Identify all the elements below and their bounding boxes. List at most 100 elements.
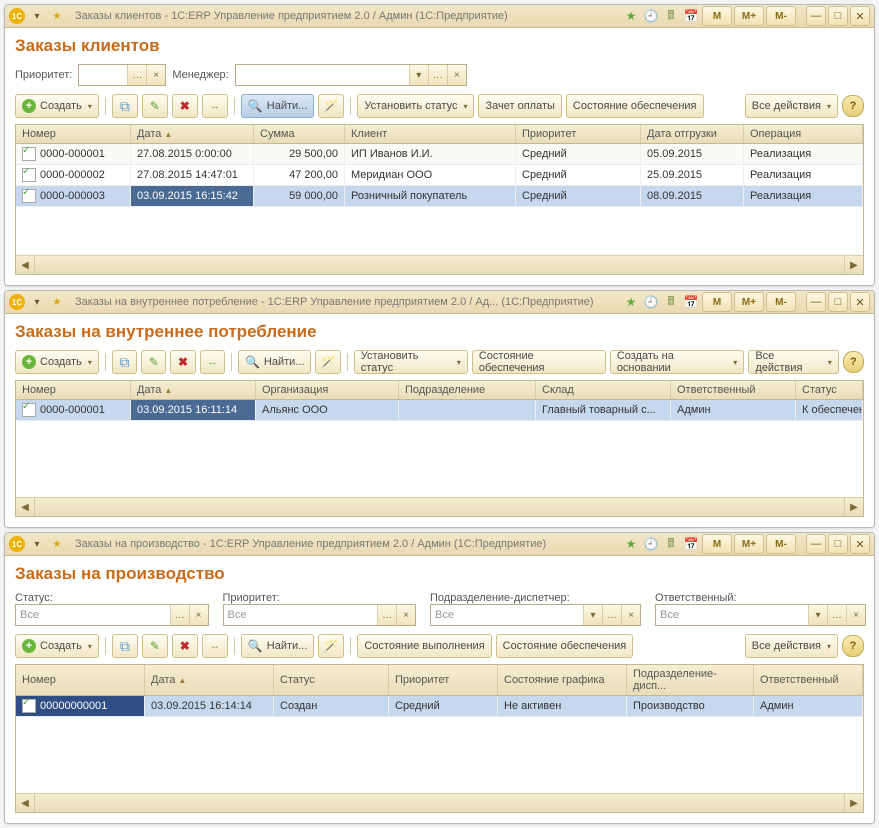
scroll-left-icon[interactable]: ◀ bbox=[16, 498, 35, 516]
manager-field[interactable]: ▾ … × bbox=[235, 64, 467, 86]
history-icon[interactable]: 🕘 bbox=[642, 535, 660, 553]
col-date[interactable]: Дата▲ bbox=[131, 125, 254, 143]
dropdown-icon[interactable]: ▾ bbox=[808, 605, 827, 625]
find-button[interactable]: 🔍Найти... bbox=[241, 634, 315, 658]
star-icon[interactable]: ★ bbox=[49, 536, 65, 552]
minimize-button[interactable]: — bbox=[806, 292, 826, 312]
exec-state-button[interactable]: Состояние выполнения bbox=[357, 634, 491, 658]
clear-icon[interactable]: × bbox=[146, 65, 165, 85]
priority-field[interactable]: … × bbox=[78, 64, 166, 86]
scrollbar[interactable]: ◀ ▶ bbox=[16, 497, 863, 516]
create-button[interactable]: +Создать▾ bbox=[15, 94, 99, 118]
copy-button[interactable]: ⧉ bbox=[112, 94, 138, 118]
calculator-icon[interactable]: 🖩 bbox=[662, 7, 680, 25]
col-status[interactable]: Статус bbox=[796, 381, 863, 399]
scroll-left-icon[interactable]: ◀ bbox=[16, 256, 35, 274]
responsible-input[interactable] bbox=[656, 605, 808, 625]
history-icon[interactable]: 🕘 bbox=[642, 7, 660, 25]
calendar-icon[interactable]: 📅 bbox=[682, 293, 700, 311]
m-button[interactable]: M bbox=[702, 6, 732, 26]
find-button[interactable]: 🔍Найти... bbox=[241, 94, 315, 118]
titlebar[interactable]: 1C ▾ ★ Заказы клиентов - 1С:ERP Управлен… bbox=[5, 5, 874, 28]
dispatcher-input[interactable] bbox=[431, 605, 583, 625]
col-date[interactable]: Дата▲ bbox=[131, 381, 256, 399]
m-minus-button[interactable]: M- bbox=[766, 534, 796, 554]
calendar-icon[interactable]: 📅 bbox=[682, 535, 700, 553]
all-actions-button[interactable]: Все действия▾ bbox=[748, 350, 838, 374]
titlebar[interactable]: 1C ▾ ★ Заказы на внутреннее потребление … bbox=[5, 291, 874, 314]
close-button[interactable]: ✕ bbox=[850, 534, 870, 554]
m-minus-button[interactable]: M- bbox=[766, 292, 796, 312]
scroll-right-icon[interactable]: ▶ bbox=[844, 498, 863, 516]
star-icon[interactable]: ★ bbox=[49, 294, 65, 310]
m-button[interactable]: M bbox=[702, 534, 732, 554]
col-priority[interactable]: Приоритет bbox=[389, 665, 498, 695]
clear-icon[interactable]: × bbox=[846, 605, 865, 625]
table-row[interactable]: 0000-000001 03.09.2015 16:11:14 Альянс О… bbox=[16, 400, 863, 421]
favorite-icon[interactable]: ★ bbox=[622, 535, 640, 553]
col-status[interactable]: Статус bbox=[274, 665, 389, 695]
col-warehouse[interactable]: Склад bbox=[536, 381, 671, 399]
select-icon[interactable]: … bbox=[127, 65, 146, 85]
col-schedule-state[interactable]: Состояние графика bbox=[498, 665, 627, 695]
scroll-left-icon[interactable]: ◀ bbox=[16, 794, 35, 812]
minimize-button[interactable]: — bbox=[806, 6, 826, 26]
edit-button[interactable]: ✎ bbox=[142, 634, 168, 658]
favorite-icon[interactable]: ★ bbox=[622, 7, 640, 25]
col-responsible[interactable]: Ответственный bbox=[671, 381, 796, 399]
calculator-icon[interactable]: 🖩 bbox=[662, 293, 680, 311]
m-plus-button[interactable]: M+ bbox=[734, 6, 764, 26]
dropdown-icon[interactable]: ▾ bbox=[409, 65, 428, 85]
credit-payment-button[interactable]: Зачет оплаты bbox=[478, 94, 561, 118]
supply-state-button[interactable]: Состояние обеспечения bbox=[566, 94, 704, 118]
titlebar[interactable]: 1C ▾ ★ Заказы на производство - 1С:ERP У… bbox=[5, 533, 874, 556]
all-actions-button[interactable]: Все действия▾ bbox=[745, 634, 838, 658]
maximize-button[interactable]: □ bbox=[828, 534, 848, 554]
clear-icon[interactable]: × bbox=[621, 605, 640, 625]
col-number[interactable]: Номер bbox=[16, 665, 145, 695]
select-icon[interactable]: … bbox=[170, 605, 189, 625]
m-plus-button[interactable]: M+ bbox=[734, 292, 764, 312]
m-plus-button[interactable]: M+ bbox=[734, 534, 764, 554]
m-button[interactable]: M bbox=[702, 292, 732, 312]
close-button[interactable]: ✕ bbox=[850, 6, 870, 26]
edit-button[interactable]: ✎ bbox=[141, 350, 166, 374]
col-operation[interactable]: Операция bbox=[744, 125, 863, 143]
refresh-button[interactable]: ↔ bbox=[202, 634, 228, 658]
col-dispatcher-dept[interactable]: Подразделение-дисп... bbox=[627, 665, 754, 695]
scroll-right-icon[interactable]: ▶ bbox=[844, 794, 863, 812]
dispatcher-field[interactable]: ▾ … × bbox=[430, 604, 641, 626]
dropdown-icon[interactable]: ▾ bbox=[583, 605, 602, 625]
history-icon[interactable]: 🕘 bbox=[642, 293, 660, 311]
clear-filter-button[interactable]: 🪄 bbox=[318, 94, 344, 118]
copy-button[interactable]: ⧉ bbox=[112, 350, 137, 374]
help-button[interactable]: ? bbox=[842, 635, 864, 657]
create-button[interactable]: +Создать▾ bbox=[15, 350, 99, 374]
select-icon[interactable]: … bbox=[428, 65, 447, 85]
clear-icon[interactable]: × bbox=[189, 605, 208, 625]
set-status-button[interactable]: Установить статус▾ bbox=[357, 94, 474, 118]
scroll-right-icon[interactable]: ▶ bbox=[844, 256, 863, 274]
select-icon[interactable]: … bbox=[827, 605, 846, 625]
col-sum[interactable]: Сумма bbox=[254, 125, 345, 143]
dropdown-icon[interactable]: ▾ bbox=[29, 8, 45, 24]
table-row[interactable]: 0000-000002 27.08.2015 14:47:01 47 200,0… bbox=[16, 165, 863, 186]
scrollbar[interactable]: ◀ ▶ bbox=[16, 255, 863, 274]
create-button[interactable]: +Создать▾ bbox=[15, 634, 99, 658]
create-based-button[interactable]: Создать на основании▾ bbox=[610, 350, 745, 374]
delete-button[interactable]: ✖ bbox=[170, 350, 195, 374]
delete-button[interactable]: ✖ bbox=[172, 94, 198, 118]
calendar-icon[interactable]: 📅 bbox=[682, 7, 700, 25]
edit-button[interactable]: ✎ bbox=[142, 94, 168, 118]
supply-state-button[interactable]: Состояние обеспечения bbox=[496, 634, 634, 658]
refresh-button[interactable]: ↔ bbox=[202, 94, 228, 118]
calculator-icon[interactable]: 🖩 bbox=[662, 535, 680, 553]
col-department[interactable]: Подразделение bbox=[399, 381, 536, 399]
m-minus-button[interactable]: M- bbox=[766, 6, 796, 26]
status-field[interactable]: … × bbox=[15, 604, 209, 626]
dropdown-icon[interactable]: ▾ bbox=[29, 536, 45, 552]
help-button[interactable]: ? bbox=[842, 95, 864, 117]
priority-input[interactable] bbox=[79, 65, 127, 85]
find-button[interactable]: 🔍Найти... bbox=[238, 350, 312, 374]
col-organization[interactable]: Организация bbox=[256, 381, 399, 399]
